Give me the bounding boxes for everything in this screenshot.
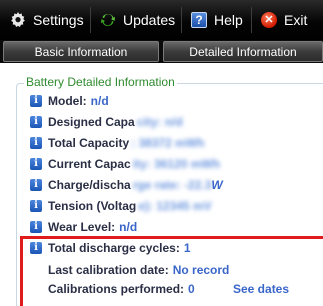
total-capacity-label: Total Capacity — [48, 136, 130, 150]
calibration-date-value: No record — [172, 263, 230, 277]
model-value: n/d — [90, 94, 109, 108]
tab-detailed-information[interactable]: Detailed Information — [163, 41, 323, 62]
info-icon: i — [30, 95, 42, 107]
tension-blurred: e): 12345 mV — [138, 199, 212, 213]
help-label: Help — [214, 12, 243, 28]
wear-level-row: i Wear Level: n/d — [30, 219, 137, 235]
info-icon: i — [30, 221, 42, 233]
exit-label: Exit — [284, 12, 308, 28]
settings-menu-item[interactable]: Settings — [10, 0, 84, 40]
group-title: Battery Detailed Information — [24, 75, 177, 89]
menu-separator — [251, 7, 252, 33]
wear-level-label: Wear Level: — [48, 220, 116, 234]
calibration-date-row: Last calibration date: No record — [48, 262, 229, 278]
wear-level-value: n/d — [119, 220, 138, 234]
close-icon: ✕ — [261, 12, 277, 28]
discharge-cycles-row: i Total discharge cycles: 1 — [30, 240, 191, 256]
info-icon: i — [30, 116, 42, 128]
current-capacity-label: Current Capac — [48, 157, 131, 171]
menu-separator — [181, 7, 182, 33]
help-menu-item[interactable]: ? Help — [191, 0, 243, 40]
tab-basic-information[interactable]: Basic Information — [3, 41, 159, 62]
settings-label: Settings — [33, 12, 84, 28]
gear-icon — [10, 12, 26, 28]
updates-label: Updates — [123, 12, 176, 28]
help-icon: ? — [191, 12, 207, 28]
see-dates-row: See dates — [233, 281, 289, 297]
charge-discharge-label: Charge/discha — [48, 178, 131, 192]
current-capacity-blurred: ity: 36120 mWh — [132, 157, 221, 171]
charge-discharge-blurred: rge rate: -22.3 — [132, 178, 212, 192]
exit-menu-item[interactable]: ✕ Exit — [261, 0, 307, 40]
menu-separator — [90, 7, 91, 33]
refresh-icon — [100, 12, 116, 28]
see-dates-link[interactable]: See dates — [233, 282, 289, 296]
calibrations-performed-value: 0 — [188, 282, 195, 296]
designed-capacity-blurred: city: n/d — [136, 115, 183, 129]
total-capacity-row: i Total Capacity : 38372 mWh — [30, 135, 205, 151]
tension-label: Tension (Voltag — [48, 199, 137, 213]
charge-discharge-unit: W — [211, 178, 223, 192]
current-capacity-row: i Current Capac ity: 36120 mWh — [30, 156, 220, 172]
designed-capacity-label: Designed Capa — [48, 115, 135, 129]
model-label: Model: — [48, 94, 87, 108]
top-menu-bar: Settings Updates ? Help ✕ Exit — [0, 0, 323, 40]
info-icon: i — [30, 158, 42, 170]
updates-menu-item[interactable]: Updates — [100, 0, 175, 40]
calibrations-performed-label: Calibrations performed: — [48, 282, 185, 296]
info-icon: i — [30, 179, 42, 191]
tension-row: i Tension (Voltag e): 12345 mV — [30, 198, 212, 214]
total-capacity-blurred: : 38372 mWh — [131, 136, 205, 150]
tab-strip: Basic Information Detailed Information — [0, 40, 323, 63]
discharge-cycles-value: 1 — [183, 241, 191, 255]
calibration-date-label: Last calibration date: — [48, 263, 169, 277]
charge-discharge-row: i Charge/discha rge rate: -22.3 W — [30, 177, 223, 193]
model-row: i Model: n/d — [30, 93, 109, 109]
calibrations-performed-row: Calibrations performed: 0 — [48, 281, 195, 297]
info-icon: i — [30, 200, 42, 212]
info-icon: i — [30, 137, 42, 149]
designed-capacity-row: i Designed Capa city: n/d — [30, 114, 183, 130]
info-icon: i — [30, 242, 42, 254]
discharge-cycles-label: Total discharge cycles: — [48, 241, 180, 255]
